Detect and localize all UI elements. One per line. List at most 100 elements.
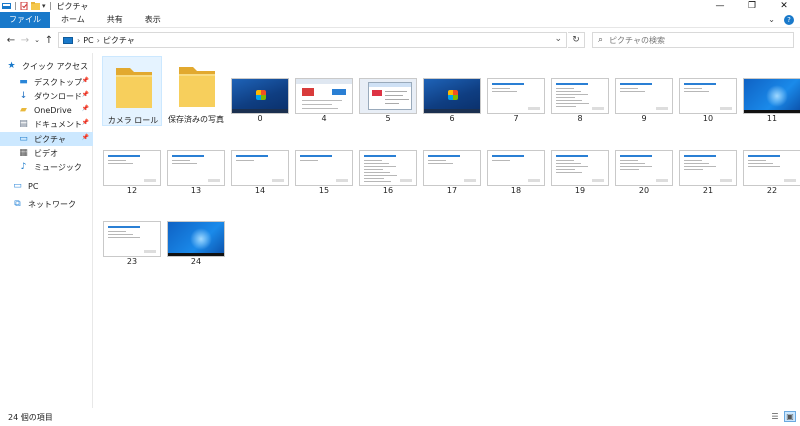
sidebar-item-label: ビデオ <box>34 148 58 158</box>
back-arrow-icon[interactable]: ← <box>4 33 18 47</box>
sidebar-item-label: クイック アクセス <box>22 61 89 71</box>
ribbon: ファイル ホーム 共有 表示 ⌄ ? <box>0 11 800 28</box>
file-item[interactable]: 16 <box>358 128 418 198</box>
search-placeholder: ピクチャの検索 <box>609 35 665 45</box>
sidebar-item-download[interactable]: ↓ ダウンロード 📌 <box>0 89 93 103</box>
file-name: 21 <box>702 186 714 195</box>
star-icon: ★ <box>7 61 16 71</box>
ribbon-right-controls: ⌄ ? <box>768 15 794 25</box>
image-thumbnail <box>615 150 673 186</box>
file-name: 7 <box>513 114 519 123</box>
image-thumbnail <box>295 78 353 114</box>
properties-icon[interactable] <box>20 2 29 10</box>
file-item[interactable]: 5 <box>358 56 418 126</box>
file-name: 10 <box>702 114 714 123</box>
tab-view[interactable]: 表示 <box>134 12 172 28</box>
sidebar-item-label: ミュージック <box>34 162 82 172</box>
help-icon[interactable]: ? <box>784 15 794 25</box>
breadcrumb-separator-icon[interactable]: › <box>97 36 100 45</box>
file-item[interactable]: 10 <box>678 56 738 126</box>
file-explorer-window: ▾ ピクチャ — ❐ ✕ ファイル ホーム 共有 表示 ⌄ ? ← → ⌄ ↑ … <box>0 0 800 426</box>
file-item[interactable]: 18 <box>486 128 546 198</box>
file-name: 23 <box>126 257 138 266</box>
file-item[interactable]: 17 <box>422 128 482 198</box>
image-thumbnail <box>679 150 737 186</box>
tab-file[interactable]: ファイル <box>0 11 50 28</box>
file-item[interactable]: 19 <box>550 128 610 198</box>
file-item[interactable]: 21 <box>678 128 738 198</box>
close-button[interactable]: ✕ <box>768 0 800 12</box>
breadcrumb-pc[interactable]: PC <box>83 36 93 45</box>
file-item[interactable]: 0 <box>230 56 290 126</box>
folder-item[interactable]: カメラ ロール <box>102 56 162 126</box>
sidebar-item-desktop[interactable]: ▬ デスクトップ 📌 <box>0 75 93 89</box>
file-name: 8 <box>577 114 583 123</box>
breadcrumb-pictures[interactable]: ピクチャ <box>103 35 135 46</box>
file-item[interactable]: 20 <box>614 128 674 198</box>
new-folder-icon[interactable] <box>31 2 40 10</box>
folder-icon <box>113 62 155 112</box>
sidebar-item-document[interactable]: ▤ ドキュメント 📌 <box>0 117 93 131</box>
image-thumbnail <box>295 150 353 186</box>
toolbar-divider <box>49 2 51 10</box>
file-name: 11 <box>766 114 778 123</box>
file-item[interactable]: 23 <box>102 199 162 269</box>
breadcrumb-separator-icon[interactable]: › <box>77 36 80 45</box>
sidebar-item-pictures[interactable]: ▭ ピクチャ 📌 <box>0 132 93 146</box>
sidebar-item-star[interactable]: ★ クイック アクセス <box>0 59 93 73</box>
maximize-button[interactable]: ❐ <box>736 0 768 12</box>
sidebar-item-music[interactable]: ♪ ミュージック <box>0 160 93 174</box>
search-input[interactable]: ⌕ ピクチャの検索 <box>592 32 794 48</box>
sidebar-item-label: ネットワーク <box>28 199 76 209</box>
file-item[interactable]: 9 <box>614 56 674 126</box>
file-item[interactable]: 7 <box>486 56 546 126</box>
file-name: 12 <box>126 186 138 195</box>
file-item[interactable]: 24 <box>166 199 226 269</box>
image-thumbnail <box>167 150 225 186</box>
tab-home[interactable]: ホーム <box>50 12 96 28</box>
file-item[interactable]: 22 <box>742 128 800 198</box>
file-item[interactable]: 8 <box>550 56 610 126</box>
image-thumbnail <box>231 78 289 114</box>
folder-item[interactable]: 保存済みの写真 <box>166 56 226 126</box>
address-dropdown-icon[interactable]: ⌄ <box>554 34 562 44</box>
pc-icon: ▭ <box>13 181 22 191</box>
file-item[interactable]: 14 <box>230 128 290 198</box>
sidebar-item-label: ダウンロード <box>34 91 82 101</box>
sidebar-item-label: ピクチャ <box>34 134 66 144</box>
pin-icon: 📌 <box>81 77 89 84</box>
recent-locations-icon[interactable]: ⌄ <box>32 33 42 47</box>
sidebar-item-folder[interactable]: ▰ OneDrive 📌 <box>0 103 93 117</box>
details-view-icon[interactable]: ☰ <box>769 411 781 422</box>
image-thumbnail <box>679 78 737 114</box>
sidebar-item-video[interactable]: ▦ ビデオ <box>0 146 93 160</box>
up-arrow-icon[interactable]: ↑ <box>42 33 56 47</box>
large-icons-view-icon[interactable]: ▣ <box>784 411 796 422</box>
file-item[interactable]: 11 <box>742 56 800 126</box>
tab-share[interactable]: 共有 <box>96 12 134 28</box>
file-list: カメラ ロール 保存済みの写真 0 4 5 6 7 8 9 10 11 12 13 14 15 16 17 18 1… <box>94 53 800 408</box>
sidebar-item-label: ドキュメント <box>34 119 82 129</box>
window-title: ピクチャ <box>56 1 89 11</box>
file-item[interactable]: 15 <box>294 128 354 198</box>
minimize-button[interactable]: — <box>704 0 736 12</box>
expand-ribbon-icon[interactable]: ⌄ <box>768 15 775 25</box>
customize-toolbar-icon[interactable]: ▾ <box>42 2 46 10</box>
view-switcher: ☰ ▣ <box>769 411 796 422</box>
refresh-button[interactable]: ↻ <box>568 32 585 48</box>
file-item[interactable]: 13 <box>166 128 226 198</box>
address-bar[interactable]: › PC › ピクチャ ⌄ <box>58 32 567 48</box>
file-name: 20 <box>638 186 650 195</box>
music-icon: ♪ <box>20 162 27 172</box>
forward-arrow-icon[interactable]: → <box>18 33 32 47</box>
file-item[interactable]: 6 <box>422 56 482 126</box>
file-name: 4 <box>321 114 327 123</box>
sidebar-item-pc[interactable]: ▭ PC <box>0 179 93 193</box>
file-name: 5 <box>385 114 391 123</box>
file-item[interactable]: 12 <box>102 128 162 198</box>
sidebar-item-network[interactable]: ⧉ ネットワーク <box>0 197 93 211</box>
image-thumbnail <box>743 78 800 114</box>
file-item[interactable]: 4 <box>294 56 354 126</box>
file-name: 0 <box>257 114 263 123</box>
video-icon: ▦ <box>19 148 28 158</box>
